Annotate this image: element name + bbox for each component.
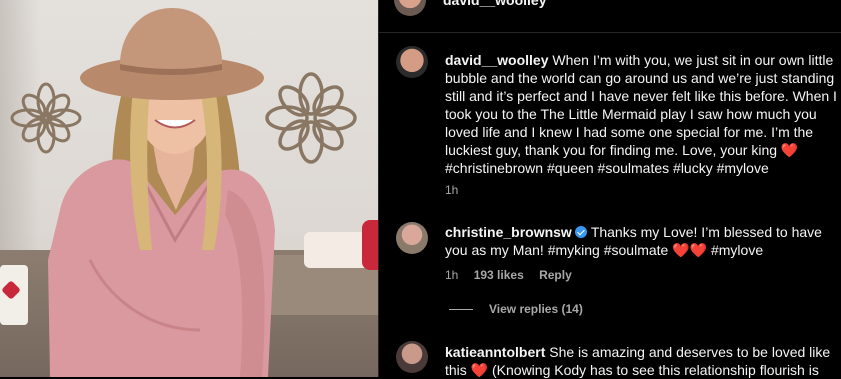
- post-photo: [0, 0, 378, 377]
- comment-username[interactable]: christine_brownsw: [445, 224, 572, 240]
- heart-emoji: ❤️: [780, 142, 799, 158]
- comment-time[interactable]: 1h: [445, 183, 458, 197]
- panel-divider: [378, 0, 379, 377]
- comments-panel: david__woolley david__woolley When I’m w…: [378, 0, 841, 379]
- comment-text: katieanntolbert She is amazing and deser…: [445, 343, 837, 379]
- post-author-username[interactable]: david__woolley: [443, 0, 546, 8]
- view-replies-button[interactable]: View replies (14): [449, 302, 583, 316]
- view-replies-label[interactable]: View replies (14): [489, 302, 583, 316]
- comment-time[interactable]: 1h: [445, 268, 458, 282]
- comment-meta: 1h 193 likes Reply: [445, 268, 584, 282]
- heart-emoji: ❤️❤️: [672, 242, 708, 258]
- woman-in-hat: [48, 8, 275, 377]
- reply-button[interactable]: Reply: [539, 268, 572, 282]
- comment-body: She is amazing and deserves to be loved …: [549, 344, 831, 360]
- post-header: david__woolley: [378, 0, 841, 33]
- comment-text: david__woolley When I’m with you, we jus…: [445, 51, 837, 177]
- comment-username[interactable]: katieanntolbert: [445, 344, 545, 360]
- avatar[interactable]: [394, 0, 426, 16]
- comment-meta: 1h: [445, 183, 470, 197]
- avatar[interactable]: [396, 46, 428, 78]
- comment-text: christine_brownsw Thanks my Love! I’m ble…: [445, 223, 837, 259]
- comment-likes[interactable]: 193 likes: [474, 268, 524, 282]
- verified-badge-icon: [574, 226, 587, 238]
- comment-username[interactable]: david__woolley: [445, 52, 548, 68]
- avatar[interactable]: [396, 341, 428, 373]
- comment-body-cut: this ❤️ (Knowing Kody has to see this re…: [445, 362, 819, 378]
- replies-line: [449, 309, 473, 311]
- comment-hashtags[interactable]: #mylove: [711, 242, 763, 258]
- comment-hashtags[interactable]: #christinebrown #queen #soulmates #lucky…: [445, 160, 769, 176]
- avatar[interactable]: [396, 222, 428, 254]
